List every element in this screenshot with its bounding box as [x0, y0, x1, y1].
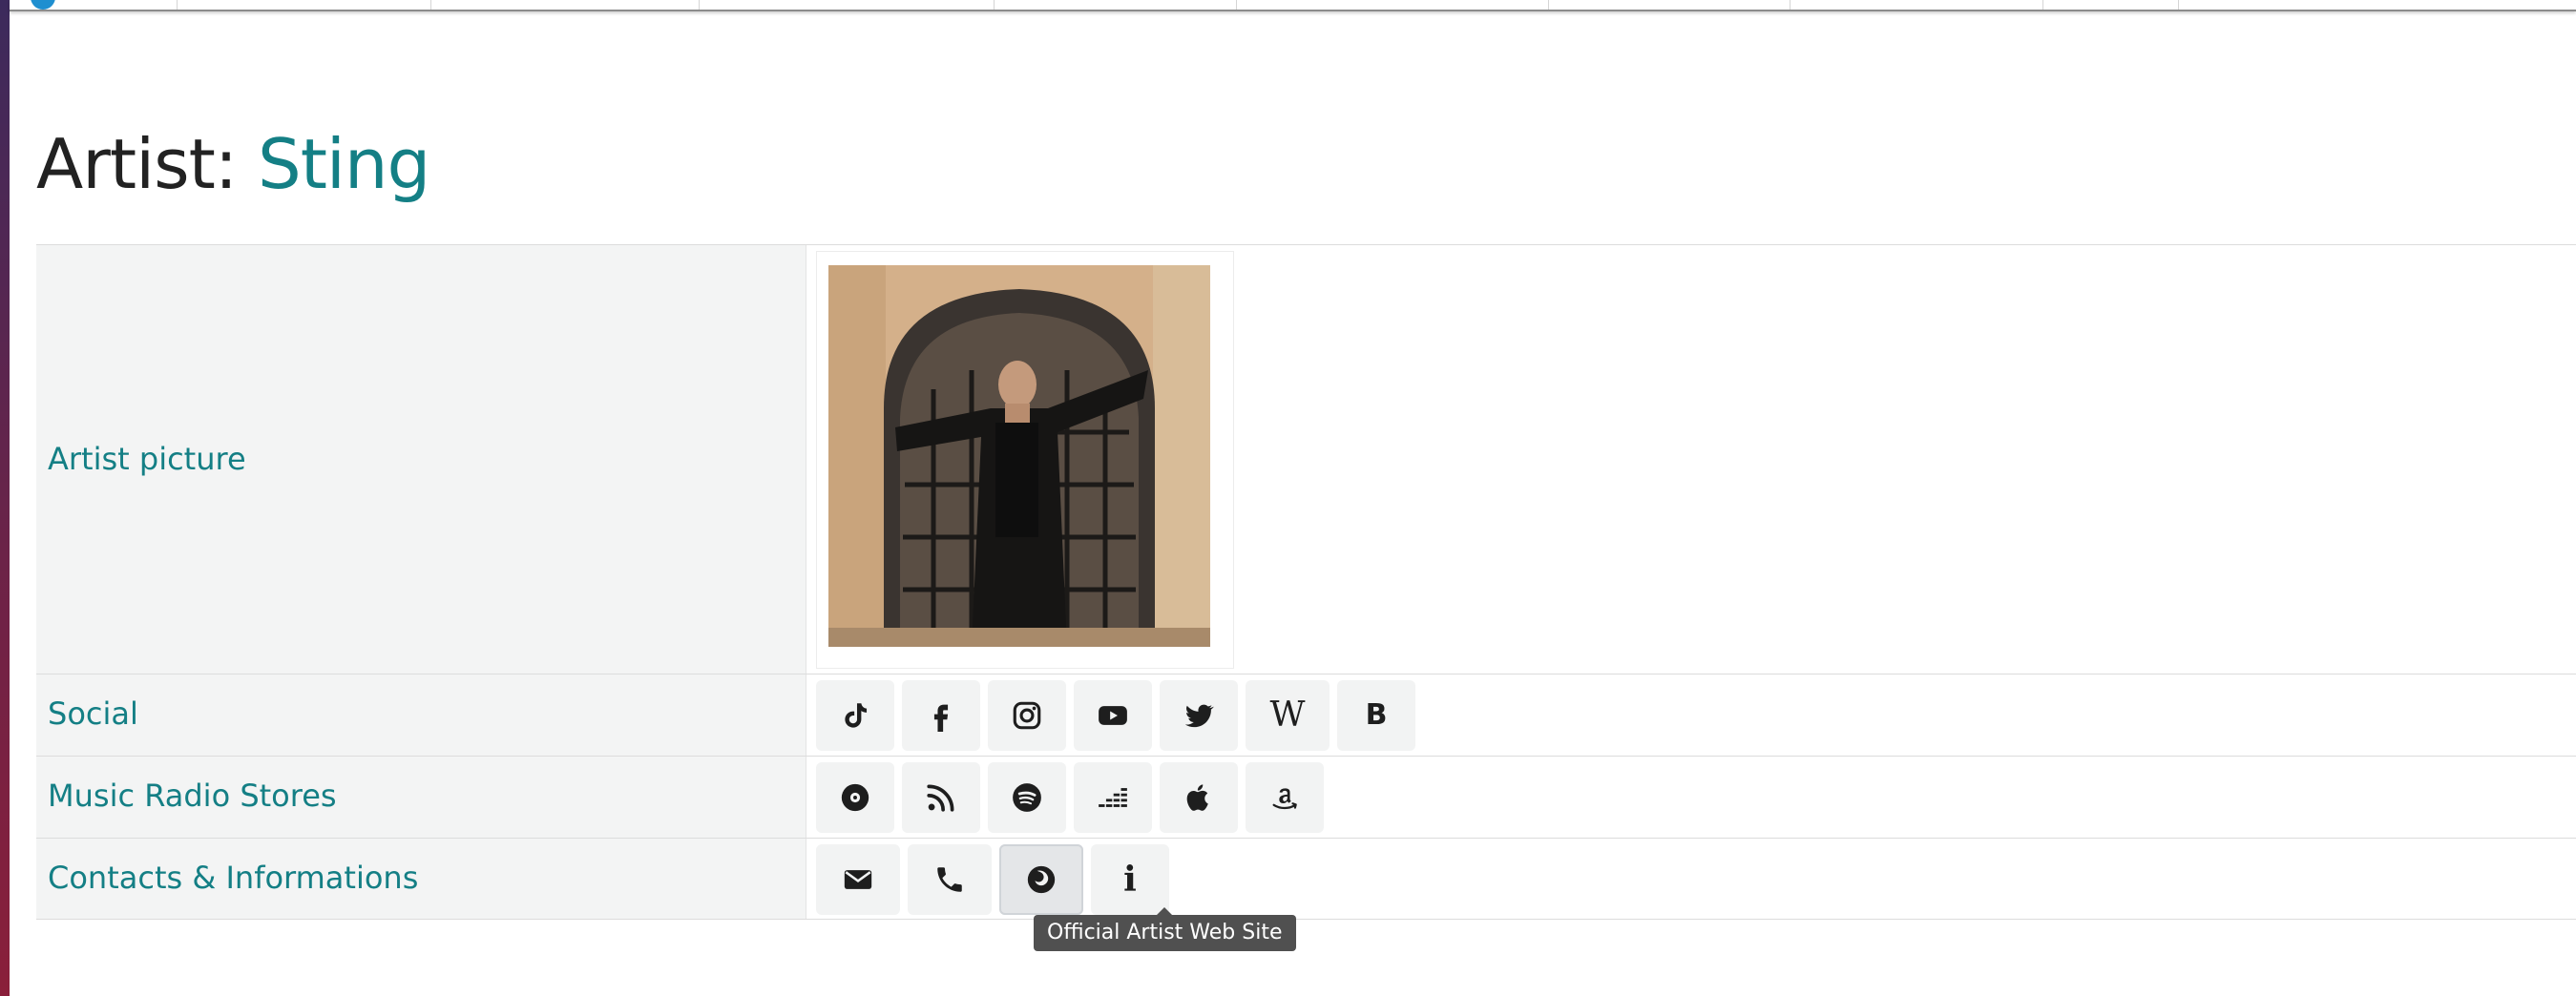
- artist-name: Sting: [257, 124, 430, 204]
- bandsintown-button[interactable]: B: [1337, 680, 1415, 751]
- music-radio-stores-label: Music Radio Stores: [48, 778, 337, 814]
- social-row: Social W B: [36, 674, 2576, 756]
- facebook-button[interactable]: [902, 680, 980, 751]
- nav-separator: [699, 0, 700, 10]
- artist-picture-row: Artist picture: [36, 244, 2576, 674]
- label-cell: Artist picture: [36, 245, 806, 674]
- top-navigation-bar: [10, 0, 2576, 11]
- instagram-button[interactable]: [988, 680, 1066, 751]
- phone-button[interactable]: [908, 844, 992, 915]
- twitter-button[interactable]: [1160, 680, 1238, 751]
- email-button[interactable]: [816, 844, 900, 915]
- tiktok-button[interactable]: [816, 680, 894, 751]
- phone-icon: [937, 867, 962, 892]
- spotify-button[interactable]: [988, 762, 1066, 833]
- nav-separator: [1548, 0, 1549, 10]
- official-website-button[interactable]: [999, 844, 1083, 915]
- deezer-button[interactable]: [1074, 762, 1152, 833]
- page-title: Artist: Sting: [36, 124, 430, 204]
- nav-separator: [2178, 0, 2179, 10]
- title-prefix: Artist:: [36, 124, 258, 204]
- amazon-icon: [1272, 788, 1297, 810]
- information-button[interactable]: i: [1091, 844, 1169, 915]
- wikipedia-icon: W: [1269, 695, 1306, 735]
- label-cell: Music Radio Stores: [36, 757, 806, 838]
- contacts-informations-label: Contacts & Informations: [48, 860, 419, 896]
- bandsintown-icon: B: [1365, 698, 1388, 732]
- artist-picture-frame: [816, 251, 1234, 669]
- artist-photo[interactable]: [828, 265, 1210, 647]
- value-cell: W B: [806, 674, 2576, 756]
- email-icon: [844, 870, 872, 889]
- value-cell: [806, 245, 2576, 674]
- social-icons: W B: [816, 680, 1415, 751]
- desktop-edge: [0, 0, 10, 996]
- contacts-informations-row: Contacts & Informations i: [36, 838, 2576, 920]
- site-logo-icon[interactable]: [31, 0, 55, 10]
- spotify-icon: [1013, 783, 1041, 812]
- nav-separator: [1236, 0, 1237, 10]
- artist-picture-label: Artist picture: [48, 441, 246, 477]
- amazon-music-button[interactable]: [1246, 762, 1324, 833]
- tiktok-icon: [845, 703, 868, 728]
- podcast-feed-button[interactable]: [902, 762, 980, 833]
- website-icon: [1027, 865, 1056, 894]
- vinyl-record-icon: [841, 783, 869, 812]
- deezer-icon: [1099, 788, 1127, 807]
- vinyl-store-button[interactable]: [816, 762, 894, 833]
- twitter-icon: [1184, 704, 1214, 728]
- nav-separator: [2042, 0, 2043, 10]
- social-label: Social: [48, 695, 138, 732]
- music-radio-stores-row: Music Radio Stores: [36, 756, 2576, 838]
- nav-separator: [1790, 0, 1791, 10]
- value-cell: i: [806, 839, 2576, 919]
- rss-podcast-icon: [927, 784, 954, 812]
- website-tooltip: Official Artist Web Site: [1034, 907, 1296, 951]
- label-cell: Contacts & Informations: [36, 839, 806, 919]
- instagram-icon: [1013, 701, 1041, 730]
- youtube-button[interactable]: [1074, 680, 1152, 751]
- nav-separator: [430, 0, 431, 10]
- value-cell: [806, 757, 2576, 838]
- music-store-icons: [816, 762, 1324, 833]
- wikipedia-button[interactable]: W: [1246, 680, 1330, 751]
- label-cell: Social: [36, 674, 806, 756]
- facebook-icon: [933, 704, 949, 732]
- info-icon: i: [1123, 860, 1137, 900]
- apple-music-button[interactable]: [1160, 762, 1238, 833]
- nav-separator: [994, 0, 995, 10]
- youtube-icon: [1099, 706, 1127, 725]
- contact-icons: i: [816, 844, 1169, 915]
- nav-separator: [177, 0, 178, 10]
- apple-icon: [1186, 784, 1208, 811]
